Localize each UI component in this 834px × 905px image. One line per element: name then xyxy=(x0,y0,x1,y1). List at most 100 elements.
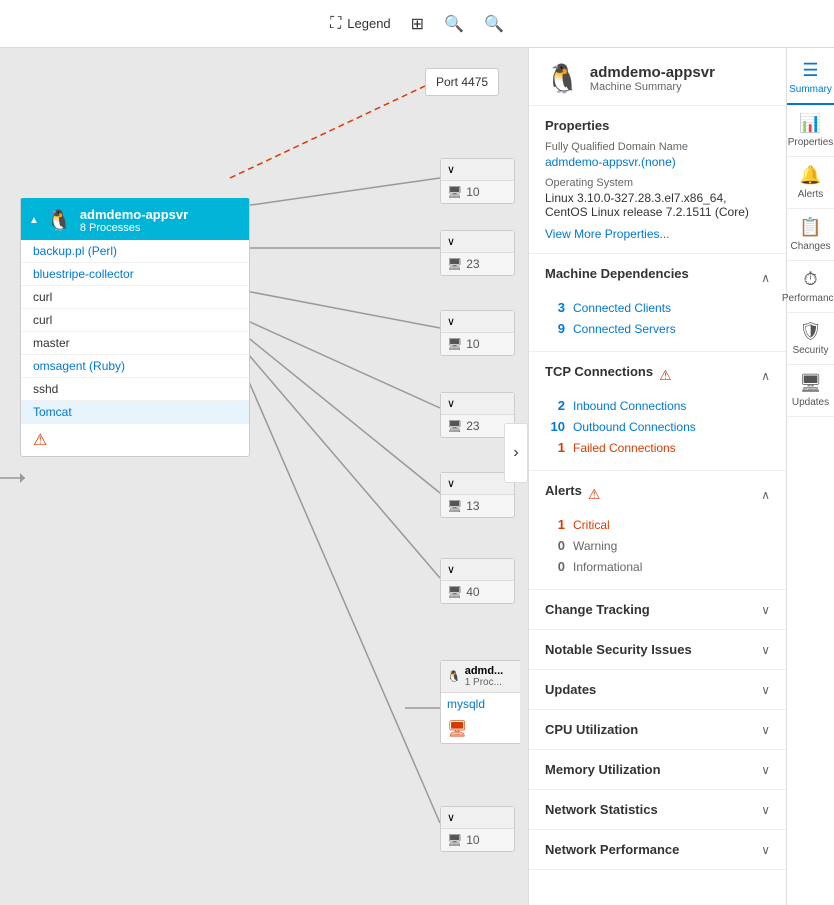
failed-label[interactable]: Failed Connections xyxy=(573,441,676,455)
chevron-down-icon: ∨ xyxy=(447,477,455,490)
security-issues-row[interactable]: Notable Security Issues ∨ xyxy=(529,630,786,670)
forward-panel-button[interactable]: › xyxy=(504,423,528,483)
group-node-header[interactable]: ∨ xyxy=(441,231,514,253)
legend-button[interactable]: ⛶ Legend xyxy=(330,15,391,33)
change-tracking-row[interactable]: Change Tracking ∨ xyxy=(529,590,786,630)
cpu-util-chevron: ∨ xyxy=(761,723,770,737)
critical-label[interactable]: Critical xyxy=(573,518,610,532)
alerts-icon: 🔔 xyxy=(799,165,821,186)
warning-row: 0 Warning xyxy=(545,535,770,556)
sidebar-updates-button[interactable]: 🖥 Updates xyxy=(787,365,834,417)
zoom-in-button[interactable]: 🔍 xyxy=(444,14,464,34)
updates-row[interactable]: Updates ∨ xyxy=(529,670,786,710)
process-item[interactable]: bluestripe-collector xyxy=(21,263,249,286)
process-item[interactable]: curl xyxy=(21,286,249,309)
monitor-icon: 🖥 xyxy=(447,257,462,271)
admd-process[interactable]: mysqld xyxy=(441,693,520,715)
network-perf-chevron: ∨ xyxy=(761,843,770,857)
linux-icon: 🐧 xyxy=(47,208,72,233)
sidebar-security-button[interactable]: 🛡 Security xyxy=(787,313,834,365)
admd-subtitle: 1 Proc... xyxy=(465,677,504,688)
inbound-label[interactable]: Inbound Connections xyxy=(573,399,686,413)
informational-label[interactable]: Informational xyxy=(573,560,642,574)
tcp-collapse[interactable]: ∧ xyxy=(761,369,770,383)
servers-label[interactable]: Connected Servers xyxy=(573,322,676,336)
sidebar-properties-button[interactable]: 📊 Properties xyxy=(787,105,834,157)
process-item[interactable]: backup.pl (Perl) xyxy=(21,240,249,263)
network-perf-label: Network Performance xyxy=(545,842,679,857)
os-value: Linux 3.10.0-327.28.3.el7.x86_64, CentOS… xyxy=(545,191,770,219)
memory-util-chevron: ∨ xyxy=(761,763,770,777)
sidebar-performance-button[interactable]: ⏱ Performance xyxy=(787,261,834,313)
process-item[interactable]: master xyxy=(21,332,249,355)
outbound-label[interactable]: Outbound Connections xyxy=(573,420,696,434)
dependencies-header: Machine Dependencies ∧ xyxy=(545,266,770,289)
group-node-2[interactable]: ∨ 🖥 23 xyxy=(440,230,515,276)
security-issues-label: Notable Security Issues xyxy=(545,642,692,657)
main-node-header[interactable]: ▲ 🐧 admdemo-appsvr 8 Processes xyxy=(21,201,249,240)
sidebar-changes-button[interactable]: 📋 Changes xyxy=(787,209,834,261)
security-label: Security xyxy=(792,345,828,356)
properties-icon: 📊 xyxy=(799,113,821,134)
group-node-header[interactable]: ∨ xyxy=(441,807,514,829)
process-item[interactable]: sshd xyxy=(21,378,249,401)
group-node-count: 🖥 10 xyxy=(441,829,514,851)
summary-label: Summary xyxy=(789,84,832,95)
process-item[interactable]: omsagent (Ruby) xyxy=(21,355,249,378)
dep-row-clients: 3 Connected Clients xyxy=(545,297,770,318)
fqdn-value: admdemo-appsvr.(none) xyxy=(545,155,770,169)
group-node-1[interactable]: ∨ 🖥 10 xyxy=(440,158,515,204)
admd-header[interactable]: 🐧 admd... 1 Proc... xyxy=(441,661,520,693)
group-node-count: 🖥 23 xyxy=(441,253,514,275)
memory-util-row[interactable]: Memory Utilization ∨ xyxy=(529,750,786,790)
group-node-header[interactable]: ∨ xyxy=(441,393,514,415)
chevron-down-icon: ∨ xyxy=(447,811,455,824)
server-panel: 🐧 admdemo-appsvr Machine Summary Propert… xyxy=(528,48,786,905)
performance-icon: ⏱ xyxy=(803,269,817,290)
dependencies-collapse[interactable]: ∧ xyxy=(761,271,770,285)
alerts-title-row: Alerts ⚠ xyxy=(545,483,600,506)
alerts-alert-badge: ⚠ xyxy=(588,486,601,503)
tcp-section: TCP Connections ⚠ ∧ 2 Inbound Connection… xyxy=(529,352,786,471)
sidebar-summary-button[interactable]: ☰ Summary xyxy=(787,52,834,105)
main-node-subtitle: 8 Processes xyxy=(80,222,188,234)
zoom-out-button[interactable]: 🔍 xyxy=(484,14,504,34)
alerts-collapse[interactable]: ∧ xyxy=(761,488,770,502)
sidebar-alerts-button[interactable]: 🔔 Alerts xyxy=(787,157,834,209)
chevron-down-icon: ∨ xyxy=(447,315,455,328)
network-stats-chevron: ∨ xyxy=(761,803,770,817)
group-node-header[interactable]: ∨ xyxy=(441,159,514,181)
clients-label[interactable]: Connected Clients xyxy=(573,301,671,315)
properties-section: Properties Fully Qualified Domain Name a… xyxy=(529,106,786,254)
chevron-down-icon: ∨ xyxy=(447,397,455,410)
grid-icon: ⊞ xyxy=(411,14,424,34)
view-more-link[interactable]: View More Properties... xyxy=(545,227,770,241)
group-node-7[interactable]: ∨ 🖥 10 xyxy=(440,806,515,852)
tcp-header: TCP Connections ⚠ ∧ xyxy=(545,364,770,387)
properties-label: Properties xyxy=(788,137,834,148)
grid-button[interactable]: ⊞ xyxy=(411,14,424,34)
collapse-icon[interactable]: ▲ xyxy=(29,215,39,226)
chevron-down-icon: ∨ xyxy=(447,235,455,248)
panel-header: 🐧 admdemo-appsvr Machine Summary xyxy=(529,48,786,106)
memory-util-label: Memory Utilization xyxy=(545,762,661,777)
cpu-util-row[interactable]: CPU Utilization ∨ xyxy=(529,710,786,750)
updates-chevron: ∨ xyxy=(761,683,770,697)
network-perf-row[interactable]: Network Performance ∨ xyxy=(529,830,786,870)
node-warning-icon: ⚠ xyxy=(21,424,249,456)
changes-icon: 📋 xyxy=(799,217,821,238)
group-node-header[interactable]: ∨ xyxy=(441,559,514,581)
network-stats-row[interactable]: Network Statistics ∨ xyxy=(529,790,786,830)
process-item[interactable]: Tomcat xyxy=(21,401,249,424)
warning-label[interactable]: Warning xyxy=(573,539,617,553)
group-node-6[interactable]: ∨ 🖥 40 xyxy=(440,558,515,604)
port-node[interactable]: Port 4475 xyxy=(425,68,499,96)
failed-count: 1 xyxy=(545,440,565,455)
cpu-util-label: CPU Utilization xyxy=(545,722,638,737)
group-node-header[interactable]: ∨ xyxy=(441,311,514,333)
process-item[interactable]: curl xyxy=(21,309,249,332)
admd-node[interactable]: 🐧 admd... 1 Proc... mysqld 🖥 xyxy=(440,660,520,744)
informational-count: 0 xyxy=(545,559,565,574)
group-node-3[interactable]: ∨ 🖥 10 xyxy=(440,310,515,356)
admd-icon-row: 🖥 xyxy=(441,715,520,743)
